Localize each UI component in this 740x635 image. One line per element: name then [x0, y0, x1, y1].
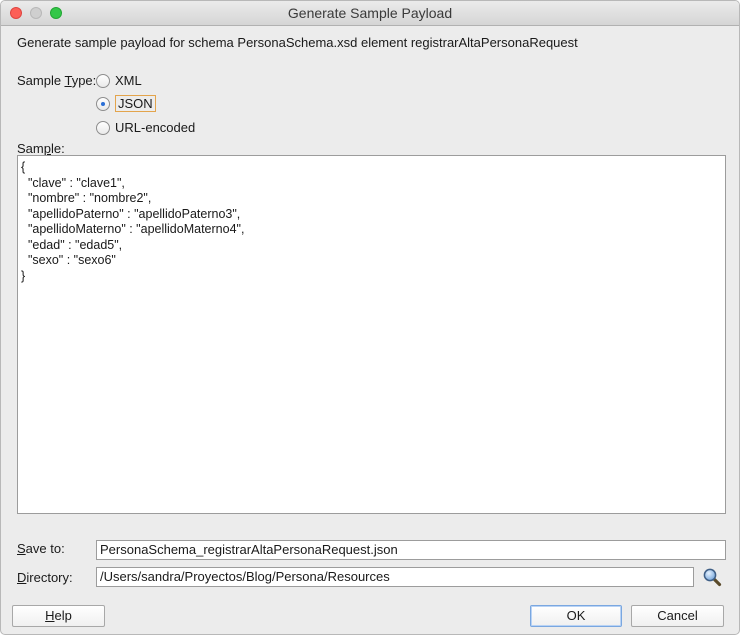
sample-textarea[interactable]: { "clave" : "clave1", "nombre" : "nombre…	[17, 155, 726, 514]
radio-json[interactable]: JSON	[96, 95, 156, 112]
help-button[interactable]: Help	[12, 605, 105, 627]
sample-label-post: le:	[50, 141, 65, 156]
browse-directory-button[interactable]	[702, 567, 722, 587]
radio-url-encoded-label: URL-encoded	[115, 120, 196, 135]
radio-json-label: JSON	[115, 95, 156, 112]
sample-label-pre: Sam	[17, 141, 44, 156]
radio-url-encoded-circle[interactable]	[96, 120, 110, 135]
description-text: Generate sample payload for schema Perso…	[17, 35, 578, 50]
ok-button[interactable]: OK	[530, 605, 622, 627]
magnifier-icon	[703, 568, 722, 587]
save-to-label-mnemonic: S	[17, 541, 26, 556]
radio-url-encoded[interactable]: URL-encoded	[96, 120, 195, 135]
sample-type-label: Sample Type:	[17, 73, 96, 88]
save-to-label: Save to:	[17, 541, 65, 556]
radio-xml-circle[interactable]	[96, 73, 110, 88]
help-button-post: elp	[54, 608, 72, 623]
radio-xml[interactable]: XML	[96, 73, 142, 88]
directory-label-post: irectory:	[26, 570, 73, 585]
cancel-button[interactable]: Cancel	[631, 605, 724, 627]
save-to-input[interactable]: PersonaSchema_registrarAltaPersonaReques…	[96, 540, 726, 560]
title-bar: Generate Sample Payload	[1, 1, 739, 26]
save-to-label-post: ave to:	[25, 541, 65, 556]
sample-label-mnemonic: p	[43, 141, 51, 156]
directory-label-mnemonic: D	[17, 570, 27, 585]
sample-type-label-pre: Sample	[17, 73, 65, 88]
dialog-window: Generate Sample Payload Generate sample …	[0, 0, 740, 635]
help-button-mnemonic: H	[45, 608, 55, 623]
radio-xml-label: XML	[115, 73, 142, 88]
sample-type-label-post: ype:	[71, 73, 97, 88]
sample-type-label-mnemonic: T	[64, 73, 72, 88]
sample-label: Sample:	[17, 141, 65, 156]
radio-json-circle[interactable]	[96, 96, 110, 111]
directory-input[interactable]: /Users/sandra/Proyectos/Blog/Persona/Res…	[96, 567, 694, 587]
window-title: Generate Sample Payload	[287, 5, 453, 21]
directory-label: Directory:	[17, 570, 73, 585]
